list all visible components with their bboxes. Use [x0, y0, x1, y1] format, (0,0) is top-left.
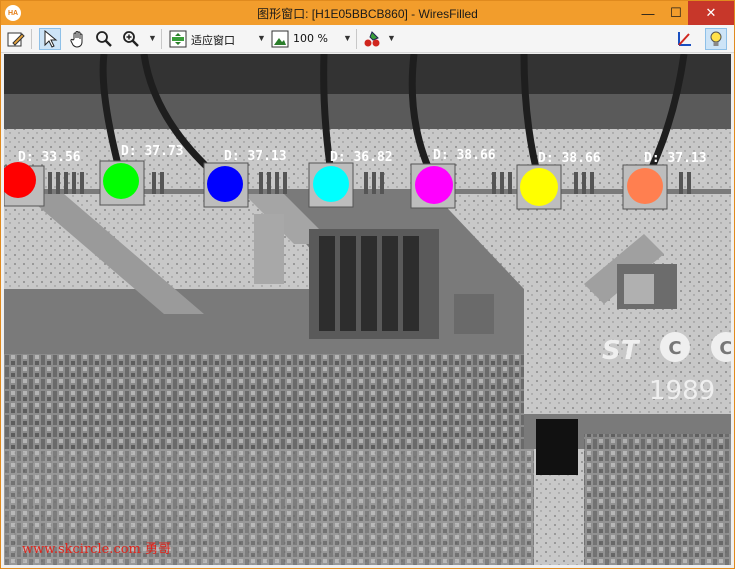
- lightbulb-icon: [710, 31, 722, 46]
- select-tool-button[interactable]: [39, 28, 61, 50]
- toolbar-separator: [31, 29, 32, 49]
- diameter-label: D: 37.73: [121, 144, 184, 159]
- zoom-level-button[interactable]: [269, 28, 291, 50]
- magnifier-icon: [96, 31, 112, 47]
- wire-ball-marker[interactable]: [627, 168, 663, 204]
- pencil-icon: [7, 32, 25, 47]
- diameter-label: D: 33.56: [18, 150, 81, 165]
- cursor-arrow-icon: [44, 30, 58, 48]
- wire-ball-marker[interactable]: [207, 166, 243, 202]
- title-bar[interactable]: HA 图形窗口: [H1E05BBCB860] - WiresFilled — …: [1, 1, 734, 25]
- axis-tool-button[interactable]: [673, 28, 695, 50]
- wire-ball-marker[interactable]: [415, 166, 453, 204]
- toolbar: ▼ 适应窗口 ▼ 100 % ▼ ▼: [1, 25, 734, 53]
- fit-window-icon: [169, 30, 187, 48]
- graphics-window: HA 图形窗口: [H1E05BBCB860] - WiresFilled — …: [0, 0, 735, 569]
- minimize-button[interactable]: —: [633, 1, 663, 25]
- close-button[interactable]: ✕: [688, 1, 734, 25]
- zoom-level-icon: [271, 30, 289, 48]
- chip-marking-letter: C: [719, 338, 731, 359]
- zoom-level-value[interactable]: 100 %: [293, 32, 328, 45]
- pan-tool-button[interactable]: [67, 28, 89, 50]
- image-viewport[interactable]: ST C C 1989 D: 33.56 D: 37.73 D: 37.13 D…: [4, 54, 731, 565]
- diameter-label: D: 38.66: [538, 151, 601, 166]
- paint-tool-icon: [364, 31, 380, 47]
- chip-logo: ST: [602, 336, 641, 366]
- diameter-label: D: 36.82: [330, 150, 393, 165]
- diameter-label: D: 38.66: [433, 148, 496, 163]
- diameter-label: D: 37.13: [644, 151, 707, 166]
- window-title: 图形窗口: [H1E05BBCB860] - WiresFilled: [257, 7, 478, 21]
- magnifier-tool-button[interactable]: [93, 28, 115, 50]
- chip-marking-letter: C: [668, 338, 681, 359]
- maximize-button[interactable]: ☐: [661, 1, 691, 25]
- toolbar-separator: [356, 29, 357, 49]
- chip-image: ST C C 1989 D: 33.56 D: 37.73 D: 37.13 D…: [4, 54, 731, 565]
- hand-icon: [70, 31, 83, 48]
- diameter-label: D: 37.13: [224, 149, 287, 164]
- color-tool-button[interactable]: [361, 28, 383, 50]
- zoom-tool-dropdown-icon[interactable]: ▼: [148, 33, 157, 43]
- axis-icon: [678, 32, 691, 46]
- wire-ball-marker[interactable]: [103, 163, 139, 199]
- edit-tool-button[interactable]: [5, 28, 27, 50]
- zoom-in-icon: [123, 31, 139, 47]
- fit-window-dropdown-icon[interactable]: ▼: [257, 33, 266, 43]
- fit-window-button[interactable]: [167, 28, 189, 50]
- zoom-level-dropdown-icon[interactable]: ▼: [343, 33, 352, 43]
- fit-window-label[interactable]: 适应窗口: [191, 32, 235, 48]
- toolbar-separator: [161, 29, 162, 49]
- zoom-tool-button[interactable]: [120, 28, 142, 50]
- wire-ball-marker[interactable]: [313, 166, 349, 202]
- lightbulb-button[interactable]: [705, 28, 727, 50]
- watermark-text: www.skcircle.com 勇哥: [22, 542, 172, 557]
- wire-ball-marker[interactable]: [520, 168, 558, 206]
- chip-year: 1989: [649, 376, 715, 406]
- color-tool-dropdown-icon[interactable]: ▼: [387, 33, 396, 43]
